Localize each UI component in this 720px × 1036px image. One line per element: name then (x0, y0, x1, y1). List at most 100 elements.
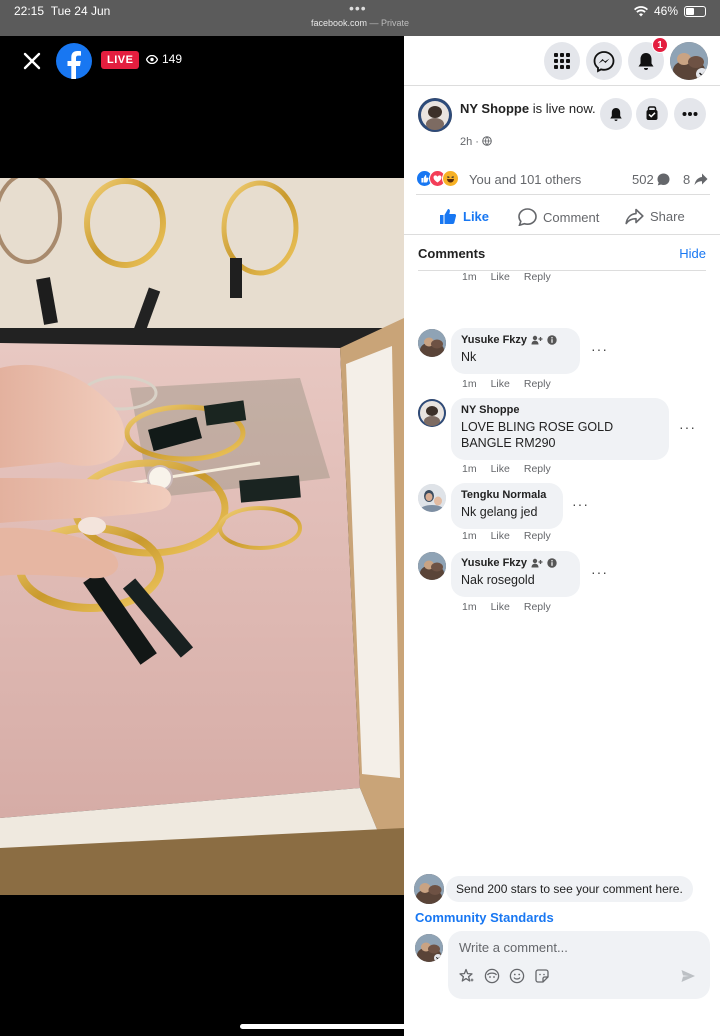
follower-badge-icon (531, 335, 543, 345)
stars-prompt[interactable]: Send 200 stars to see your comment here. (414, 874, 710, 904)
comment-reply-link[interactable]: Reply (524, 378, 551, 390)
reactions-text: You and 101 others (469, 172, 582, 187)
comment-meta: 1m Like Reply (462, 378, 551, 390)
comment-input[interactable]: Write a comment... (459, 940, 568, 955)
commenter-avatar[interactable] (418, 399, 446, 427)
comment-bubble-icon (657, 173, 670, 186)
comment-like-link[interactable]: Like (491, 463, 510, 475)
commenter-avatar[interactable] (418, 329, 446, 357)
comments-list[interactable]: 1m Like Reply Yusuke Fkzy Nk ··· 1m Like Rep… (404, 271, 720, 621)
follower-badge-icon (531, 558, 543, 568)
eye-icon (146, 54, 158, 64)
comment-more-options-icon[interactable]: ··· (679, 419, 696, 435)
post-time[interactable]: 2h · (460, 136, 492, 148)
commenter-name[interactable]: NY Shoppe (461, 404, 659, 416)
shopping-bag-icon (646, 106, 658, 120)
commenter-avatar[interactable] (418, 484, 446, 512)
hide-comments-link[interactable]: Hide (679, 246, 706, 261)
comment-meta: 1m Like Reply (462, 601, 551, 613)
globe-icon (482, 136, 492, 146)
messenger-button[interactable] (586, 42, 622, 80)
comment-more-options-icon[interactable]: ··· (591, 564, 608, 580)
comment-icon (518, 208, 537, 226)
comment-more-options-icon[interactable]: ··· (591, 341, 608, 357)
profile-avatar-button[interactable] (670, 42, 708, 80)
community-standards-link[interactable]: Community Standards (415, 910, 554, 925)
send-icon[interactable] (680, 968, 696, 984)
post-author[interactable]: NY Shoppe (460, 101, 529, 116)
avatar-sticker-icon[interactable] (484, 968, 500, 984)
live-post-panel: 1 NY Shoppe is live now. 2h · You and 10… (404, 36, 720, 1036)
more-dots-icon (682, 112, 698, 116)
divider (416, 194, 710, 195)
thumbs-up-icon (440, 209, 457, 224)
shop-button[interactable] (636, 98, 668, 130)
post-status-text: is live now. (532, 101, 596, 116)
comment-bubble: Yusuke Fkzy Nak rosegold (451, 551, 580, 597)
share-arrow-icon (694, 173, 708, 186)
post-actions: Like Comment Share (416, 198, 710, 232)
sticker-icon[interactable] (534, 968, 550, 984)
share-button[interactable]: Share (625, 208, 685, 225)
comment-meta: 1m Like Reply (462, 463, 551, 475)
comment-like-link[interactable]: Like (491, 378, 510, 390)
comment-like-link[interactable]: Like (491, 271, 510, 283)
comment-bubble: Yusuke Fkzy Nk (451, 328, 580, 374)
comment-reply-link[interactable]: Reply (524, 530, 551, 542)
stars-prompt-text: Send 200 stars to see your comment here. (446, 876, 693, 902)
messenger-icon (593, 51, 615, 73)
comment-bubble: Tengku Normala Nk gelang jed (451, 483, 563, 529)
notifications-button[interactable]: 1 (628, 37, 668, 80)
comments-title: Comments (418, 246, 486, 261)
live-video-player[interactable]: LIVE 149 (0, 36, 404, 1036)
reactions-summary[interactable]: You and 101 others 502 8 (416, 170, 710, 190)
viewer-count: 149 (146, 52, 182, 66)
browser-menu-dots-icon[interactable]: ••• (349, 0, 367, 16)
comment-reply-link[interactable]: Reply (524, 463, 551, 475)
comment-like-link[interactable]: Like (491, 530, 510, 542)
comment-text: Nak rosegold (461, 573, 535, 587)
header-divider (404, 85, 720, 86)
comment-more-options-icon[interactable]: ··· (572, 496, 589, 512)
info-badge-icon (547, 558, 557, 568)
status-right: 46% (633, 4, 706, 18)
divider (404, 234, 720, 235)
post-author-line: NY Shoppe is live now. (460, 101, 600, 117)
comment-composer[interactable]: Write a comment... (448, 931, 710, 999)
comment-text: Nk gelang jed (461, 505, 538, 519)
live-badge: LIVE (101, 51, 140, 69)
comment-bubble: NY Shoppe LOVE BLING ROSE GOLD BANGLE RM… (451, 398, 669, 460)
commenter-name[interactable]: Yusuke Fkzy (461, 557, 570, 569)
like-button[interactable]: Like (439, 208, 489, 225)
facebook-logo[interactable] (56, 43, 92, 79)
wifi-icon (633, 5, 648, 16)
comment-meta: 1m Like Reply (462, 530, 551, 542)
comment-text: LOVE BLING ROSE GOLD BANGLE RM290 (461, 420, 614, 450)
more-options-button[interactable] (674, 98, 706, 130)
stars-icon[interactable] (459, 968, 475, 984)
comment-count[interactable]: 502 (632, 172, 670, 187)
grid-menu-icon (554, 53, 570, 69)
haha-reaction-icon (442, 170, 459, 187)
commenter-name[interactable]: Tengku Normala (461, 489, 553, 501)
commenter-name[interactable]: Yusuke Fkzy (461, 334, 570, 346)
commenter-avatar[interactable] (418, 552, 446, 580)
comment-reply-link[interactable]: Reply (524, 601, 551, 613)
close-icon[interactable] (22, 51, 42, 71)
page-avatar[interactable] (418, 98, 452, 132)
menu-button[interactable] (544, 42, 580, 80)
battery-icon (684, 5, 706, 17)
share-icon (625, 208, 644, 225)
comment-button[interactable]: Comment (518, 208, 599, 226)
notification-badge: 1 (652, 37, 668, 53)
share-count[interactable]: 8 (683, 172, 708, 187)
bell-icon (610, 108, 622, 121)
follow-notifications-button[interactable] (600, 98, 632, 130)
address-bar[interactable]: facebook.com — Private (0, 18, 720, 28)
comment-like-link[interactable]: Like (491, 601, 510, 613)
comment-reply-link[interactable]: Reply (524, 271, 551, 283)
emoji-icon[interactable] (509, 968, 525, 984)
info-badge-icon (547, 335, 557, 345)
user-avatar[interactable] (415, 934, 443, 962)
home-indicator[interactable] (240, 1024, 480, 1029)
